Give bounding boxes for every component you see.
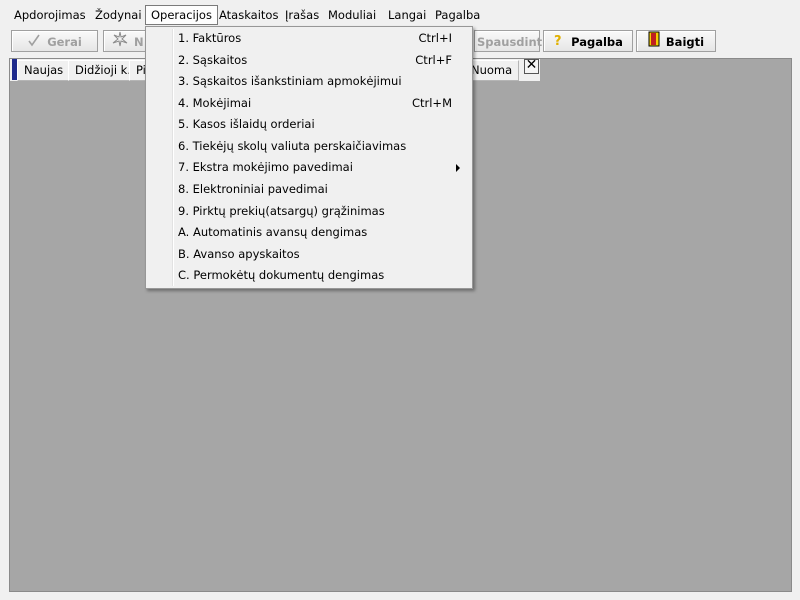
menu-bar: Apdorojimas Žodynai Operacijos Ataskaito… <box>0 5 800 26</box>
ok-button-label: Gerai <box>47 35 82 49</box>
tab-didzioji-k[interactable]: Didžioji k. <box>68 60 138 81</box>
question-mark-icon: ? <box>553 32 565 54</box>
exit-button[interactable]: Baigti <box>636 30 716 52</box>
menu-item-fakturos[interactable]: 1. Faktūros Ctrl+I <box>148 28 470 49</box>
close-icon[interactable]: ✕ <box>524 58 539 74</box>
menu-item-mokejimai[interactable]: 4. Mokėjimai Ctrl+M <box>148 93 470 114</box>
exit-door-icon <box>648 31 660 54</box>
menu-apdorojimas[interactable]: Apdorojimas <box>9 6 91 24</box>
menu-item-label: B. Avanso apyskaitos <box>178 247 300 261</box>
menu-item-shortcut: Ctrl+F <box>415 53 452 67</box>
menu-item-label: 4. Mokėjimai <box>178 96 252 110</box>
menu-item-label: 7. Ekstra mokėjimo pavedimai <box>178 160 353 174</box>
menu-irasas[interactable]: Įrašas <box>280 6 324 24</box>
menu-item-label: 3. Sąskaitos išankstiniam apmokėjimui <box>178 74 402 88</box>
menu-pagalba[interactable]: Pagalba <box>430 6 485 24</box>
menu-item-label: 5. Kasos išlaidų orderiai <box>178 117 315 131</box>
menu-ataskaitos[interactable]: Ataskaitos <box>214 6 283 24</box>
menu-item-shortcut: Ctrl+M <box>411 96 452 110</box>
menu-zodynai[interactable]: Žodynai <box>90 6 147 24</box>
checkmark-icon <box>27 32 41 54</box>
menu-item-label: A. Automatinis avansų dengimas <box>178 225 368 239</box>
help-button[interactable]: ? Pagalba <box>543 30 633 52</box>
submenu-arrow-icon <box>456 164 460 172</box>
menu-item-tiekeju-skolu-perskaiciavimas[interactable]: 6. Tiekėjų skolų valiuta perskaičiavimas <box>148 136 470 157</box>
menu-operacijos[interactable]: Operacijos <box>145 5 218 25</box>
menu-item-ekstra-mokejimo-pavedimai[interactable]: 7. Ekstra mokėjimo pavedimai <box>148 157 470 178</box>
svg-text:?: ? <box>554 34 562 47</box>
menu-moduliai[interactable]: Moduliai <box>323 6 381 24</box>
ok-button[interactable]: Gerai <box>11 30 98 52</box>
menu-item-elektroniniai-pavedimai[interactable]: 8. Elektroniniai pavedimai <box>148 179 470 200</box>
menu-item-saskaitos[interactable]: 2. Sąskaitos Ctrl+F <box>148 50 470 71</box>
print-button[interactable]: Spausdinti <box>474 30 546 52</box>
operations-dropdown-menu: 1. Faktūros Ctrl+I 2. Sąskaitos Ctrl+F 3… <box>145 26 473 289</box>
menu-item-automatinis-avansu-dengimas[interactable]: A. Automatinis avansų dengimas <box>148 222 470 243</box>
menu-item-kasos-islaidu-orderiai[interactable]: 5. Kasos išlaidų orderiai <box>148 114 470 135</box>
menu-item-label: 6. Tiekėjų skolų valiuta perskaičiavimas <box>178 139 407 153</box>
menu-item-pirktu-prekiu-grazinimas[interactable]: 9. Pirktų prekių(atsargų) grąžinimas <box>148 201 470 222</box>
menu-item-saskaitos-isankstiniam[interactable]: 3. Sąskaitos išankstiniam apmokėjimui <box>148 71 470 92</box>
help-button-label: Pagalba <box>571 35 623 49</box>
print-button-label: Spausdinti <box>477 35 547 49</box>
menu-item-label: C. Permokėtų dokumentų dengimas <box>178 268 385 282</box>
menu-langai[interactable]: Langai <box>383 6 431 24</box>
menu-item-label: 9. Pirktų prekių(atsargų) grąžinimas <box>178 204 385 218</box>
menu-item-label: 8. Elektroniniai pavedimai <box>178 182 328 196</box>
menu-item-shortcut: Ctrl+I <box>418 31 453 45</box>
burst-icon <box>112 31 128 54</box>
tab-naujas[interactable]: Naujas <box>17 60 71 81</box>
menu-item-avanso-apyskaitos[interactable]: B. Avanso apyskaitos <box>148 244 470 265</box>
menu-item-label: 1. Faktūros <box>178 31 242 45</box>
menu-item-permoketu-dokumentu-dengimas[interactable]: C. Permokėtų dokumentų dengimas <box>148 265 470 286</box>
exit-button-label: Baigti <box>665 35 705 49</box>
new-button-label: N <box>134 35 144 49</box>
menu-item-label: 2. Sąskaitos <box>178 53 248 67</box>
